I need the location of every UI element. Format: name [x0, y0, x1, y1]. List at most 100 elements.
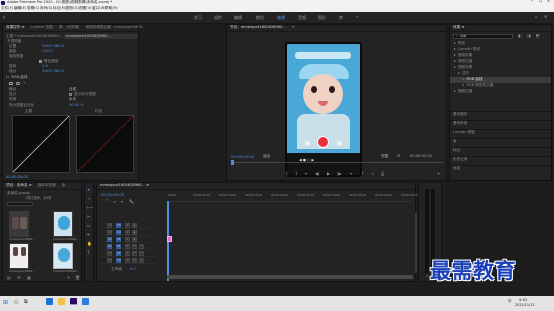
add-marker-icon[interactable]: ▾ — [121, 200, 123, 204]
rgb-curves-header[interactable]: fx RGB 曲线 — [6, 75, 61, 80]
camera-icon[interactable]: ⎙ — [381, 172, 384, 176]
solo-button[interactable]: S — [139, 251, 144, 256]
rectangle-mask-icon[interactable] — [9, 82, 13, 85]
position-value[interactable]: 540.0 960.0 — [42, 44, 64, 49]
effect-controls-timecode[interactable]: 00:00:00:00 — [6, 175, 28, 180]
home-icon[interactable]: ⌂ — [3, 15, 6, 19]
trash-icon[interactable]: 🗑 — [75, 276, 80, 280]
side-panel-item[interactable]: Lumetri 颜色 — [450, 129, 551, 135]
tab-project[interactable]: 项目：未命名 ≡ — [3, 184, 35, 188]
pen-tool-icon[interactable]: ✒ — [87, 233, 90, 237]
track-name-label[interactable]: V1 — [116, 237, 121, 242]
sync-lock-icon[interactable]: ⊕ — [125, 258, 130, 263]
time-ruler[interactable]: :00:00 00:00:05:00 00:00:10:00 00:00:15:00 0… — [167, 192, 418, 202]
mute-button[interactable]: M — [132, 258, 137, 263]
tab-audio-mixer[interactable]: 音频剪辑混合器：mmexport1600... — [82, 26, 148, 30]
mark-in-icon[interactable]: { — [285, 172, 288, 176]
menu-clip[interactable]: 剪辑(C) — [27, 6, 40, 11]
tab-sequence[interactable]: mmexport1600628960... ≡ — [97, 184, 152, 188]
track-name-label[interactable]: A2 — [116, 251, 121, 256]
menu-window[interactable]: 窗口(W) — [92, 6, 106, 11]
extract-icon[interactable]: ⇣ — [371, 172, 374, 176]
solo-button[interactable]: S — [139, 258, 144, 263]
split-percent-value[interactable]: 50.00 % — [69, 103, 84, 108]
mute-button[interactable]: M — [132, 251, 137, 256]
side-panel-item[interactable]: 库 — [450, 138, 551, 144]
input-language[interactable]: 中 — [508, 299, 512, 304]
search-icon[interactable]: ⌕ — [535, 15, 537, 19]
quality-dropdown[interactable]: 完整 — [381, 154, 388, 159]
icon-view-icon[interactable]: ▦ — [27, 276, 31, 280]
snap-icon[interactable]: ⌒ — [105, 200, 109, 204]
add-button-icon[interactable]: + — [437, 172, 440, 176]
meter-solo-left[interactable]: S — [426, 275, 428, 278]
anchor-value[interactable]: 540.0 960.0 — [42, 69, 64, 74]
more-workspaces-icon[interactable]: » — [356, 15, 358, 19]
workspace-editing[interactable]: 编辑 — [234, 16, 242, 20]
play-icon[interactable]: ▶ — [327, 172, 330, 176]
premiere-taskbar-icon[interactable] — [70, 298, 77, 305]
media-thumbnail-selected[interactable] — [53, 243, 73, 269]
pen-mask-icon[interactable]: ✎ — [23, 81, 26, 86]
menu-help[interactable]: 帮助(H) — [105, 6, 118, 11]
timeline-horizontal-scrollbar[interactable] — [167, 275, 413, 279]
media-thumbnail[interactable] — [9, 243, 29, 269]
track-name-label[interactable]: V3 — [116, 223, 121, 228]
track-select-tool-icon[interactable]: ⇢ — [87, 197, 90, 201]
workspace-graphics[interactable]: 图形 — [318, 16, 326, 20]
fit-dropdown[interactable]: 适合 — [263, 154, 270, 159]
scale-value[interactable]: 100.0 — [42, 49, 52, 54]
tab-effects[interactable]: 效果 ≡ — [450, 26, 467, 30]
menu-sequence[interactable]: 序列(S) — [40, 6, 52, 11]
notifications-icon[interactable]: ✉ — [544, 15, 547, 19]
selection-tool-icon[interactable]: ➤ — [87, 188, 90, 192]
sync-lock-icon[interactable]: ⊕ — [125, 251, 130, 256]
master-volume-value[interactable]: 0.0 — [130, 268, 136, 272]
taskbar-search-icon[interactable]: ○ — [14, 300, 18, 305]
sync-lock-icon[interactable]: ⊕ — [125, 230, 130, 235]
sync-lock-icon[interactable]: ⊕ — [125, 237, 130, 242]
tab-media-browser[interactable]: 媒体浏览器 — [35, 184, 59, 188]
timeline-timecode[interactable]: 00:00:00:00 — [101, 193, 124, 197]
timeline-settings-icon[interactable]: 🔧 — [129, 200, 134, 204]
razor-tool-icon[interactable]: ✂ — [87, 215, 90, 219]
layout-dropdown[interactable]: 水平 — [69, 97, 76, 102]
linked-selection-icon[interactable]: ∞ — [113, 200, 116, 204]
workspace-libraries[interactable]: 库 — [339, 16, 343, 20]
workspace-audio[interactable]: 音频 — [298, 16, 306, 20]
menu-file[interactable]: 文件(F) — [1, 6, 13, 11]
output-dropdown[interactable]: 合成 — [69, 87, 76, 92]
video-frame[interactable]: ◀ ● ○ ▶ — [285, 42, 362, 177]
uniform-scale-checkbox[interactable] — [39, 60, 42, 63]
step-forward-icon[interactable]: |▶ — [337, 172, 341, 176]
tab-source[interactable]: 源：(无剪辑) — [56, 26, 83, 30]
workspace-learn[interactable]: 学习 — [194, 16, 202, 20]
track-name-label[interactable]: A1 — [116, 244, 121, 249]
yuv-effects-icon[interactable]: ◩ — [536, 34, 540, 38]
ellipse-mask-icon[interactable] — [16, 82, 20, 85]
media-thumbnail[interactable] — [9, 211, 29, 237]
new-bin-icon[interactable]: ▤ — [7, 276, 11, 280]
new-item-icon[interactable]: + — [67, 276, 70, 280]
program-menu-icon[interactable]: ≡ — [289, 26, 298, 30]
track-target-toggle[interactable]: V2 — [107, 230, 112, 235]
eye-icon[interactable]: ◉ — [132, 230, 137, 235]
maximize-button[interactable]: ☐ — [539, 0, 542, 4]
timeline-vertical-scrollbar[interactable] — [415, 213, 417, 273]
effects-search-input[interactable]: ⌕ rgb — [453, 34, 513, 39]
menu-edit[interactable]: 编辑(E) — [14, 6, 26, 11]
list-view-icon[interactable]: ☰ — [17, 276, 21, 280]
tab-effect-controls[interactable]: 效果控件 ≡ — [3, 26, 28, 30]
ripple-edit-tool-icon[interactable]: ⟷ — [87, 206, 93, 210]
32bit-effects-icon[interactable]: ◨ — [527, 34, 531, 38]
go-to-in-icon[interactable]: ⇤ — [305, 172, 308, 176]
slip-tool-icon[interactable]: ⇔ — [87, 224, 90, 228]
menu-marker[interactable]: 标记(M) — [53, 6, 66, 11]
word-icon[interactable] — [82, 298, 89, 305]
eye-icon[interactable]: ◉ — [132, 223, 137, 228]
mute-button[interactable]: M — [132, 244, 137, 249]
menu-view[interactable]: 视图(V) — [79, 6, 91, 11]
task-view-icon[interactable]: ⧉ — [24, 300, 28, 305]
mark-out-icon[interactable]: } — [295, 172, 298, 176]
side-panel-item[interactable]: 历史记录 — [450, 156, 551, 162]
